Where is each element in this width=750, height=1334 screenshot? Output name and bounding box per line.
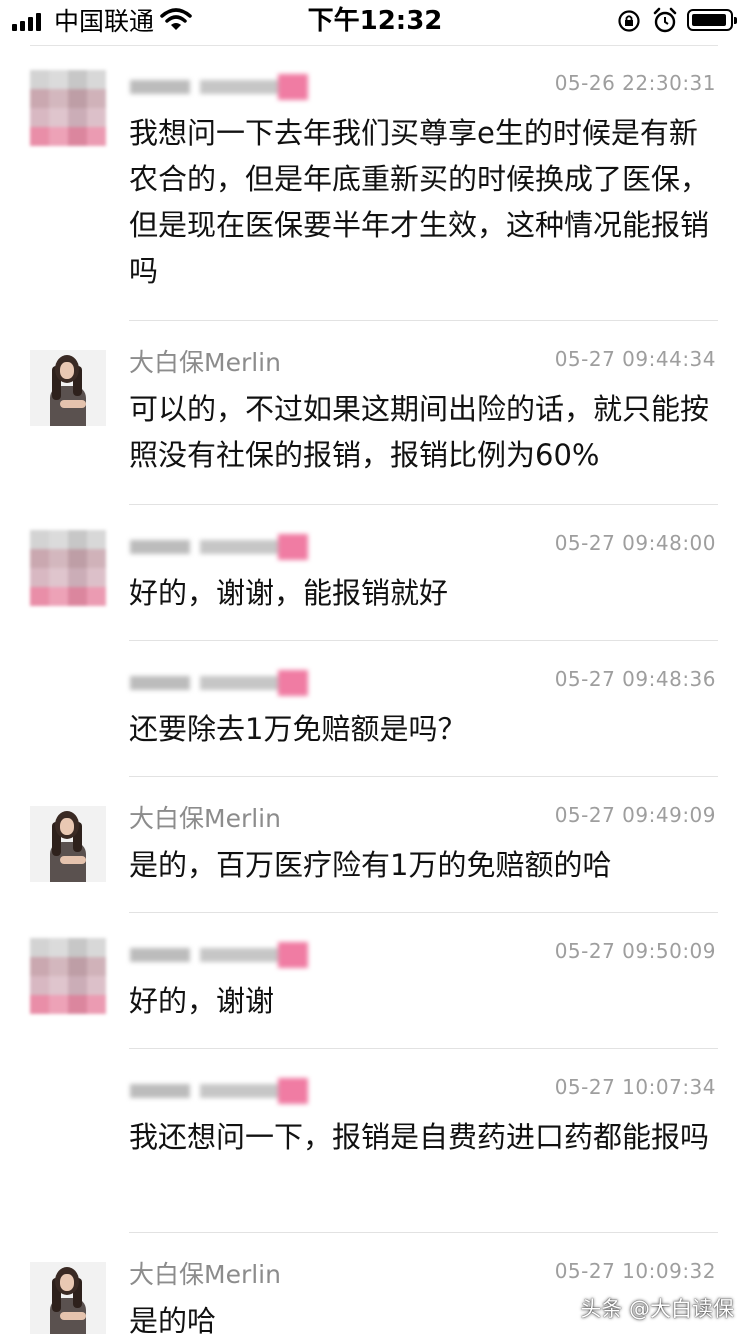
sender-name: 大白保Merlin: [129, 348, 281, 377]
message-text: 可以的，不过如果这期间出险的话，就只能按照没有社保的报销，报销比例为60%: [129, 392, 710, 472]
sender-name-redacted: [130, 670, 310, 696]
message-text: 还要除去1万免赔额是吗？: [129, 712, 467, 746]
watermark: 头条 @大白读保: [580, 1297, 734, 1321]
divider: [30, 45, 718, 46]
divider: [129, 320, 718, 321]
message-timestamp: 05-26 22:30:31: [554, 71, 716, 95]
sender-name-redacted: [130, 1078, 310, 1104]
message-text: 我想问一下去年我们买尊享e生的时候是有新农合的，但是年底重新买的时候换成了医保，…: [129, 116, 710, 288]
message-text: 我还想问一下，报销是自费药进口药都能报吗: [129, 1120, 710, 1154]
chat-screen: 中国联通 下午12:32 05-26 22:30:31 我想问一下去年我们买尊享…: [0, 0, 750, 1334]
sender-name-redacted: [130, 74, 310, 100]
battery-icon: [687, 9, 737, 31]
message-timestamp: 05-27 09:50:09: [554, 939, 716, 963]
avatar[interactable]: [30, 806, 106, 882]
sender-name-redacted: [130, 942, 310, 968]
divider: [129, 1232, 718, 1233]
status-bar: 中国联通 下午12:32: [0, 0, 750, 44]
rotation-lock-icon: [618, 10, 640, 32]
sender-name-redacted: [130, 534, 310, 560]
avatar[interactable]: [30, 1262, 106, 1334]
message-timestamp: 05-27 10:09:32: [554, 1259, 716, 1283]
divider: [129, 640, 718, 641]
message-timestamp: 05-27 09:48:36: [554, 667, 716, 691]
divider: [129, 504, 718, 505]
divider: [129, 912, 718, 913]
avatar[interactable]: [30, 70, 106, 146]
message-text: 好的，谢谢: [129, 984, 275, 1018]
message-text: 是的，百万医疗险有1万的免赔额的哈: [129, 848, 612, 882]
alarm-clock-icon: [653, 7, 677, 33]
divider: [129, 776, 718, 777]
sender-name: 大白保Merlin: [129, 804, 281, 833]
divider: [129, 1048, 718, 1049]
message-timestamp: 05-27 09:48:00: [554, 531, 716, 555]
avatar[interactable]: [30, 530, 106, 606]
message-timestamp: 05-27 10:07:34: [554, 1075, 716, 1099]
avatar[interactable]: [30, 938, 106, 1014]
message-timestamp: 05-27 09:44:34: [554, 347, 716, 371]
message-text: 好的，谢谢，能报销就好: [129, 576, 449, 610]
sender-name: 大白保Merlin: [129, 1260, 281, 1289]
avatar[interactable]: [30, 350, 106, 426]
message-timestamp: 05-27 09:49:09: [554, 803, 716, 827]
